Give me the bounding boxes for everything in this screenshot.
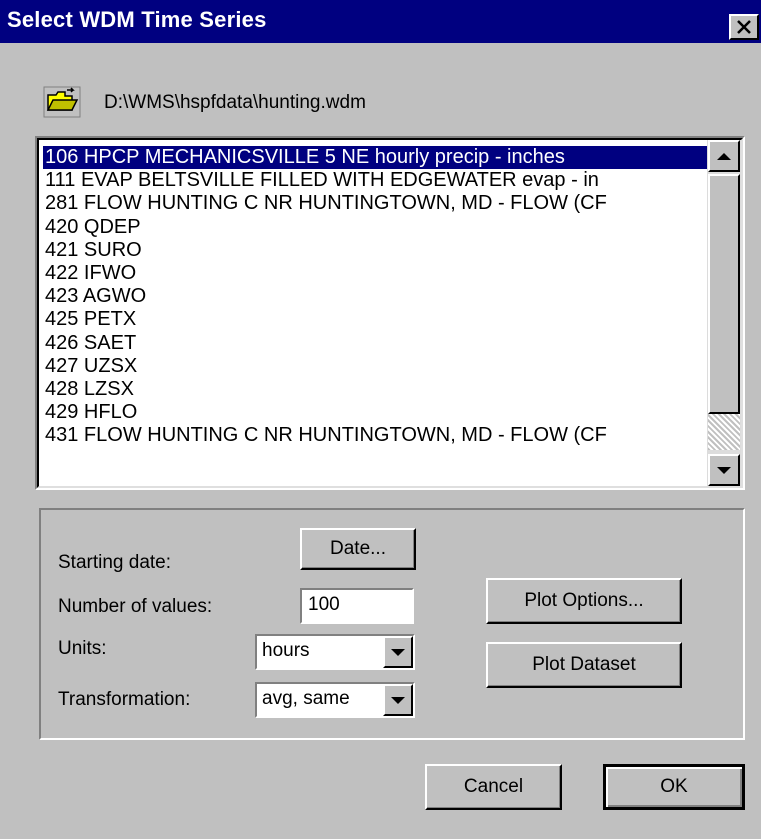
timeseries-list-item[interactable]: 423 AGWO	[43, 285, 707, 308]
open-file-button[interactable]	[39, 82, 84, 122]
timeseries-list-item[interactable]: 111 EVAP BELTSVILLE FILLED WITH EDGEWATE…	[43, 169, 707, 192]
close-icon	[737, 20, 751, 34]
starting-date-label: Starting date:	[58, 552, 172, 573]
timeseries-list-item[interactable]: 427 UZSX	[43, 355, 707, 378]
units-value: hours	[262, 640, 310, 661]
timeseries-list-item[interactable]: 420 QDEP	[43, 216, 707, 239]
chevron-down-icon	[391, 696, 405, 704]
timeseries-listbox[interactable]: 106 HPCP MECHANICSVILLE 5 NE hourly prec…	[35, 136, 745, 490]
close-button[interactable]	[729, 14, 759, 40]
timeseries-list-item[interactable]: 426 SAET	[43, 332, 707, 355]
plot-dataset-button[interactable]: Plot Dataset	[486, 642, 682, 688]
scroll-up-button[interactable]	[708, 140, 740, 172]
timeseries-items: 106 HPCP MECHANICSVILLE 5 NE hourly prec…	[43, 146, 707, 484]
timeseries-list-item[interactable]: 106 HPCP MECHANICSVILLE 5 NE hourly prec…	[43, 146, 707, 170]
timeseries-list-item[interactable]: 281 FLOW HUNTING C NR HUNTINGTOWN, MD - …	[43, 192, 707, 215]
timeseries-list-item[interactable]: 422 IFWO	[43, 262, 707, 285]
vertical-scrollbar[interactable]	[707, 140, 741, 486]
ok-button[interactable]: OK	[603, 764, 745, 810]
arrow-down-icon	[717, 466, 731, 474]
open-folder-icon	[43, 86, 80, 118]
transformation-value: avg, same	[262, 688, 350, 709]
transformation-label: Transformation:	[58, 689, 191, 710]
timeseries-list-item[interactable]: 431 FLOW HUNTING C NR HUNTINGTOWN, MD - …	[43, 424, 707, 447]
transformation-dropdown-button[interactable]	[383, 684, 413, 716]
units-select[interactable]: hours	[255, 634, 415, 670]
scroll-track[interactable]	[708, 414, 740, 450]
options-group: Starting date: Date... Number of values:…	[39, 508, 745, 740]
plot-options-button[interactable]: Plot Options...	[486, 578, 682, 624]
transformation-select[interactable]: avg, same	[255, 682, 415, 718]
date-button[interactable]: Date...	[300, 528, 416, 570]
timeseries-list-item[interactable]: 429 HFLO	[43, 401, 707, 424]
dialog-window: Select WDM Time Series D:\WMS\hspfdata\h…	[0, 0, 761, 839]
chevron-down-icon	[391, 648, 405, 656]
timeseries-list-item[interactable]: 428 LZSX	[43, 378, 707, 401]
units-dropdown-button[interactable]	[383, 636, 413, 668]
number-of-values-label: Number of values:	[58, 596, 213, 617]
arrow-up-icon	[717, 152, 731, 160]
timeseries-list-item[interactable]: 421 SURO	[43, 239, 707, 262]
units-label: Units:	[58, 638, 107, 659]
scroll-thumb[interactable]	[708, 174, 740, 414]
cancel-button[interactable]: Cancel	[425, 764, 562, 810]
title-bar: Select WDM Time Series	[0, 0, 761, 43]
file-path-label: D:\WMS\hspfdata\hunting.wdm	[104, 92, 366, 113]
dialog-title: Select WDM Time Series	[7, 7, 267, 32]
scroll-down-button[interactable]	[708, 454, 740, 486]
number-of-values-input[interactable]: 100	[300, 588, 414, 624]
timeseries-list-item[interactable]: 425 PETX	[43, 308, 707, 331]
